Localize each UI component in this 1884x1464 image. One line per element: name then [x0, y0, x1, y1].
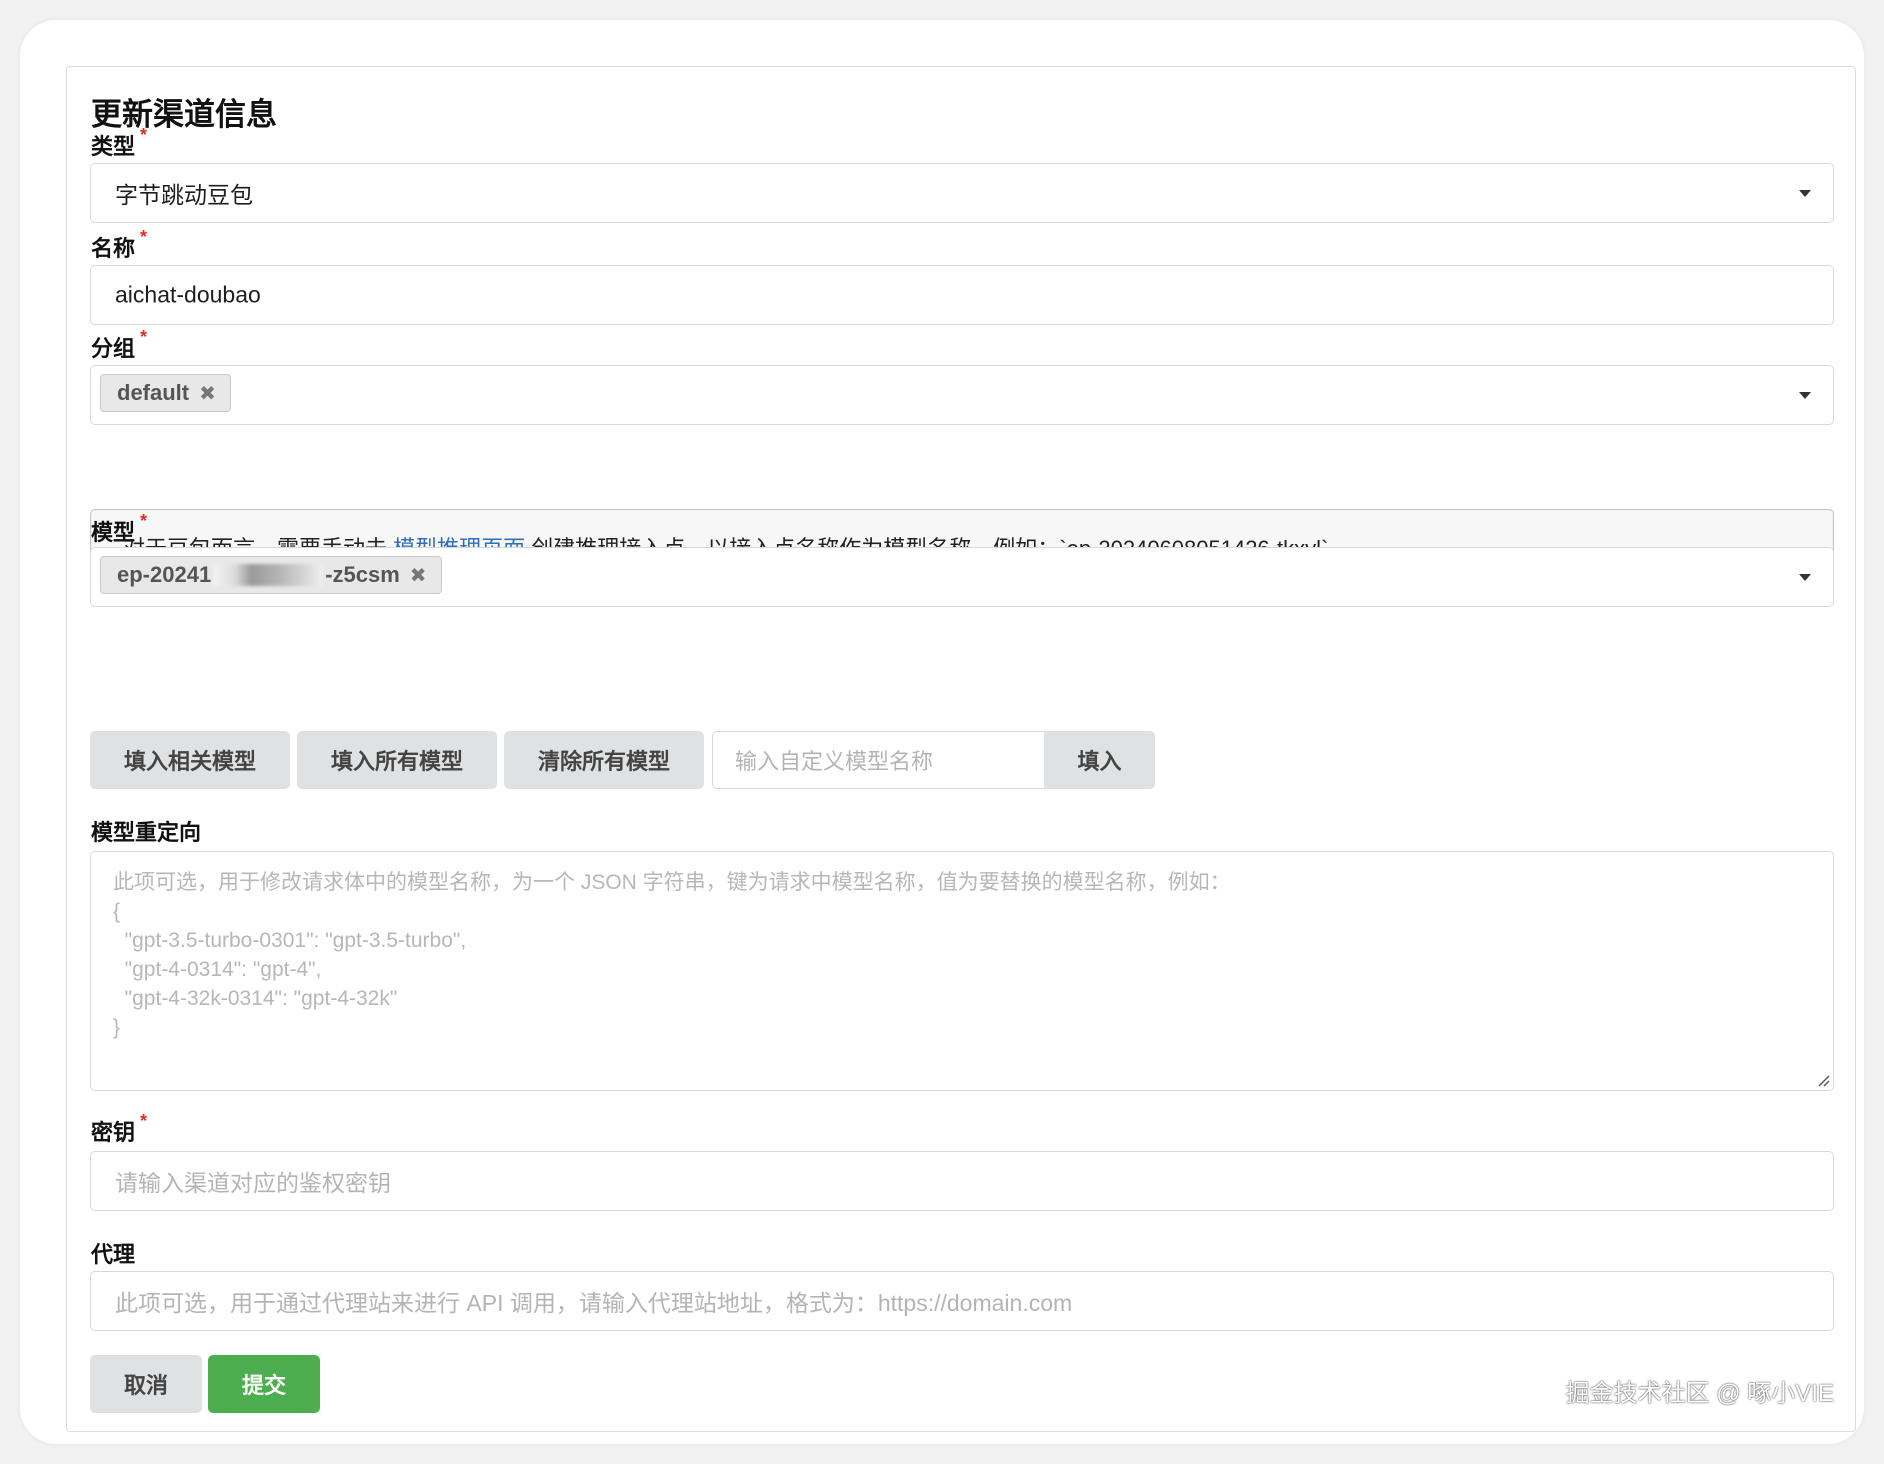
model-mapping-placeholder: 此项可选，用于修改请求体中的模型名称，为一个 JSON 字符串，键为请求中模型名… — [113, 871, 1231, 1039]
fill-custom-model-button[interactable]: 填入 — [1044, 731, 1155, 789]
group-chip-default: default ✖ — [100, 374, 231, 412]
custom-model-input[interactable]: 输入自定义模型名称 — [712, 731, 1044, 789]
model-chip-prefix: ep-20241 — [117, 562, 212, 587]
required-mark: * — [140, 125, 148, 145]
required-mark: * — [140, 227, 148, 247]
key-label-text: 密钥 — [91, 1120, 136, 1145]
type-select-value: 字节跳动豆包 — [115, 182, 253, 208]
group-chip-label: default — [117, 380, 190, 405]
group-label: 分组 * — [91, 327, 147, 363]
models-select[interactable]: ep-20241 -z5csm ✖ — [90, 547, 1834, 607]
key-input[interactable]: 请输入渠道对应的鉴权密钥 — [90, 1151, 1834, 1211]
dropdown-caret-icon — [1799, 392, 1811, 399]
group-select[interactable]: default ✖ — [90, 365, 1834, 425]
type-label-text: 类型 — [91, 134, 136, 159]
name-input[interactable]: aichat-doubao — [90, 265, 1834, 325]
fill-related-models-button[interactable]: 填入相关模型 — [90, 731, 290, 789]
remove-chip-icon[interactable]: ✖ — [410, 563, 427, 588]
type-label: 类型 * — [91, 125, 147, 161]
watermark: 掘金技术社区 @ 啄小VIE — [1565, 1380, 1834, 1407]
model-chip: ep-20241 -z5csm ✖ — [100, 556, 442, 594]
resize-handle-icon[interactable] — [1816, 1073, 1830, 1087]
page-frame: 更新渠道信息 类型 * 字节跳动豆包 名称 * aichat-doubao 分组 * … — [20, 20, 1864, 1444]
key-input-placeholder: 请输入渠道对应的鉴权密钥 — [115, 1170, 391, 1196]
name-label: 名称 * — [91, 227, 147, 263]
required-mark: * — [140, 511, 148, 531]
models-label: 模型 * — [91, 511, 147, 547]
cancel-button[interactable]: 取消 — [90, 1355, 202, 1413]
submit-button[interactable]: 提交 — [208, 1355, 320, 1413]
model-chip-suffix: -z5csm — [325, 562, 400, 587]
models-label-text: 模型 — [91, 520, 136, 545]
custom-model-placeholder: 输入自定义模型名称 — [735, 749, 934, 774]
key-label: 密钥 * — [91, 1111, 147, 1147]
model-mapping-textarea[interactable]: 此项可选，用于修改请求体中的模型名称，为一个 JSON 字符串，键为请求中模型名… — [90, 851, 1834, 1091]
remove-chip-icon[interactable]: ✖ — [199, 381, 216, 406]
page-title: 更新渠道信息 — [91, 97, 277, 132]
group-label-text: 分组 — [91, 336, 136, 361]
name-label-text: 名称 — [91, 236, 136, 261]
name-input-value: aichat-doubao — [115, 281, 261, 308]
dropdown-caret-icon — [1799, 574, 1811, 581]
clear-all-models-button[interactable]: 清除所有模型 — [504, 731, 704, 789]
proxy-input[interactable]: 此项可选，用于通过代理站来进行 API 调用，请输入代理站地址，格式为：http… — [90, 1271, 1834, 1331]
required-mark: * — [140, 327, 148, 347]
channel-edit-card: 更新渠道信息 类型 * 字节跳动豆包 名称 * aichat-doubao 分组 * … — [66, 66, 1856, 1432]
required-mark: * — [140, 1111, 148, 1131]
type-select[interactable]: 字节跳动豆包 — [90, 163, 1834, 223]
fill-all-models-button[interactable]: 填入所有模型 — [297, 731, 497, 789]
redacted-segment — [213, 564, 324, 586]
model-mapping-label: 模型重定向 — [91, 820, 202, 845]
proxy-input-placeholder: 此项可选，用于通过代理站来进行 API 调用，请输入代理站地址，格式为：http… — [115, 1290, 1073, 1316]
dropdown-caret-icon — [1799, 190, 1811, 197]
proxy-label: 代理 — [91, 1242, 136, 1267]
